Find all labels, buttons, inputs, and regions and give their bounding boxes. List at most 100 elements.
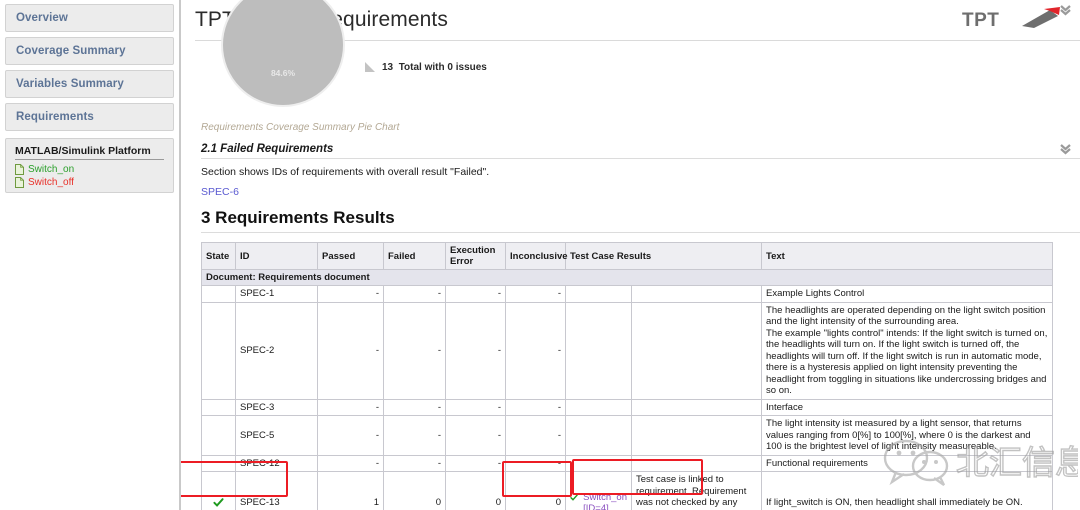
column-header-test-case-results[interactable]: Test Case Results (564, 242, 763, 270)
cell-inconclusive: - (505, 415, 566, 456)
section-rule (201, 158, 1080, 159)
legend-count: 13 (382, 61, 394, 73)
test-case-entry[interactable]: Switch_on [ID=4] (570, 492, 627, 510)
cell-test-case (565, 285, 632, 303)
sidebar-item-variables-summary[interactable]: Variables Summary (5, 70, 174, 98)
cell-failed: 0 (383, 471, 446, 510)
report-content: TPT Report: Requirements TPT 84.6% 13 To… (181, 0, 1080, 510)
cell-failed: - (383, 454, 446, 472)
pie-slice-label: 84.6% (270, 68, 296, 78)
cell-failed: - (383, 285, 446, 303)
column-header-text[interactable]: Text (761, 242, 1054, 270)
cell-state (201, 301, 236, 400)
pie-slice-covered (221, 0, 345, 107)
cell-test-case-note (630, 454, 763, 472)
platform-item-switch-off[interactable]: Switch_off (15, 176, 164, 189)
cell-inconclusive: - (505, 301, 566, 400)
chart-caption: Requirements Coverage Summary Pie Chart (201, 122, 400, 133)
requirements-results-table: State ID Passed Failed Execution Error I… (200, 242, 1054, 510)
sidebar-item-label: Variables Summary (16, 78, 124, 90)
sidebar-item-requirements[interactable]: Requirements (5, 103, 174, 131)
cell-id: SPEC-2 (235, 301, 318, 400)
platform-panel: MATLAB/Simulink Platform Switch_on Switc… (5, 138, 174, 193)
table-body: Document: Requirements document SPEC-1- - -… (200, 269, 1054, 510)
cell-execution-error: - (445, 398, 506, 416)
section-heading-requirements-results: 3 Requirements Results (201, 5, 1080, 228)
cell-text: The light intensity ist measured by a li… (761, 415, 1054, 456)
table-row[interactable]: SPEC-2- - - - The headlights are operated de… (201, 301, 1054, 400)
column-header-id[interactable]: ID (235, 242, 318, 270)
cell-execution-error: 0 (445, 471, 506, 510)
cell-failed: - (383, 398, 446, 416)
check-passed-icon (213, 498, 224, 508)
cell-test-case (565, 454, 632, 472)
document-icon (15, 164, 24, 175)
cell-state (201, 454, 236, 472)
column-header-inconclusive[interactable]: Inconclusive (505, 242, 568, 270)
cell-id: SPEC-12 (235, 454, 318, 472)
cell-passed: - (317, 285, 384, 303)
cell-execution-error: - (445, 415, 506, 456)
sidebar-item-label: Overview (16, 12, 68, 24)
table-row[interactable]: SPEC-13 1 0 0 0 Switch_on [ID=4] Test case is l… (201, 471, 1054, 510)
cell-test-case-note (630, 301, 763, 400)
cell-test-case (565, 415, 632, 456)
cell-test-case-note (630, 415, 763, 456)
section-heading-failed-requirements: 2.1 Failed Requirements (201, 143, 1080, 155)
cell-id: SPEC-5 (235, 415, 318, 456)
column-header-state[interactable]: State (201, 242, 236, 270)
platform-title: MATLAB/Simulink Platform (15, 145, 164, 160)
legend-label: Total with 0 issues (398, 61, 487, 73)
section-heading-label: 2.1 Failed Requirements (201, 143, 334, 155)
test-case-link[interactable]: Switch_on [ID=4] (583, 492, 627, 510)
tpt-logo: TPT (962, 7, 1060, 31)
cell-test-case (565, 301, 632, 400)
cell-test-case: Switch_on [ID=4] (565, 471, 632, 510)
table-row[interactable]: SPEC-3- - - - Interface (201, 398, 1054, 416)
cell-text: Functional requirements (761, 454, 1054, 472)
chart-legend: 13 Total with 0 issues (364, 61, 487, 73)
cell-test-case-note: Test case is linked to requirement. Requ… (630, 471, 763, 510)
section-heading-label: 3 Requirements Results (201, 208, 395, 227)
table-row[interactable]: SPEC-12- - - - Functional requirements (201, 454, 1054, 472)
tpt-report-window: Overview Coverage Summary Variables Summ… (0, 0, 1080, 510)
table-row[interactable]: SPEC-5- - - - The light intensity ist measur… (201, 415, 1054, 456)
cell-inconclusive: 0 (505, 471, 566, 510)
cell-id: SPEC-3 (235, 398, 318, 416)
platform-item-label: Switch_off (28, 177, 74, 188)
cell-execution-error: - (445, 454, 506, 472)
table-row[interactable]: SPEC-1- - - - Example Lights Control (201, 285, 1054, 303)
column-header-passed[interactable]: Passed (317, 242, 384, 270)
column-header-failed[interactable]: Failed (383, 242, 446, 270)
failed-requirements-description: Section shows IDs of requirements with o… (201, 166, 490, 178)
cell-id: SPEC-1 (235, 285, 318, 303)
cell-passed: - (317, 398, 384, 416)
cell-text: The headlights are operated depending on… (761, 301, 1054, 400)
failed-requirement-link-spec-6[interactable]: SPEC-6 (201, 186, 1080, 198)
coverage-pie-chart: 84.6% 13 Total with 0 issues Requirement… (195, 0, 1080, 133)
sidebar-item-overview[interactable]: Overview (5, 4, 174, 32)
chevron-double-down-icon[interactable] (1059, 3, 1072, 16)
cell-text: Interface (761, 398, 1054, 416)
sidebar-item-label: Requirements (16, 111, 94, 123)
sidebar: Overview Coverage Summary Variables Summ… (0, 0, 181, 510)
table-group-row: Document: Requirements document (200, 269, 1054, 286)
platform-item-switch-on[interactable]: Switch_on (15, 163, 164, 176)
table-header-row: State ID Passed Failed Execution Error I… (201, 242, 1054, 270)
chevron-double-down-icon[interactable] (1059, 142, 1072, 155)
cell-test-case-note (630, 285, 763, 303)
check-passed-icon (570, 494, 578, 501)
cell-text: Example Lights Control (761, 285, 1054, 303)
cell-inconclusive: - (505, 398, 566, 416)
cell-passed: - (317, 301, 384, 400)
cell-id: SPEC-13 (235, 471, 318, 510)
document-icon (15, 177, 24, 188)
platform-item-label: Switch_on (28, 164, 75, 175)
cell-passed: - (317, 454, 384, 472)
sidebar-item-coverage-summary[interactable]: Coverage Summary (5, 37, 174, 65)
cell-text: If light_switch is ON, then headlight sh… (761, 471, 1054, 510)
column-header-execution-error[interactable]: Execution Error (445, 242, 506, 270)
legend-entry: 13 Total with 0 issues (382, 62, 487, 73)
cell-test-case-note (630, 398, 763, 416)
table-group-label: Document: Requirements document (200, 269, 1054, 286)
